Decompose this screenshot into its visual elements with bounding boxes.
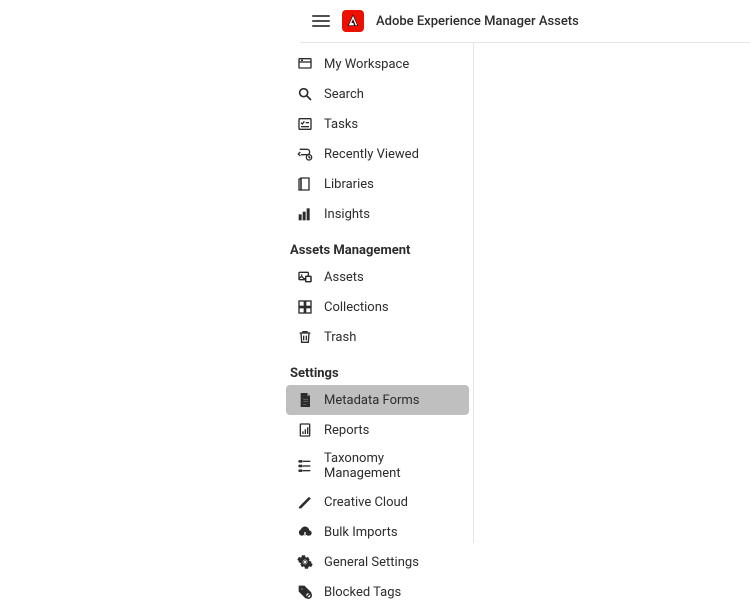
- general-settings-icon: [296, 553, 314, 571]
- assets-icon: [296, 268, 314, 286]
- sidebar-item-label: Search: [324, 87, 461, 102]
- metadata-icon: [296, 391, 314, 409]
- sidebar-item-libraries[interactable]: Libraries: [286, 169, 469, 199]
- sidebar-item-bulk-imports[interactable]: Bulk Imports: [286, 517, 469, 547]
- bulk-imports-icon: [296, 523, 314, 541]
- sidebar-item-trash[interactable]: Trash: [286, 322, 469, 352]
- header: Adobe Experience Manager Assets: [300, 0, 750, 42]
- sidebar-item-reports[interactable]: Reports: [286, 415, 469, 445]
- sidebar-item-tasks[interactable]: Tasks: [286, 109, 469, 139]
- sidebar-item-label: Insights: [324, 207, 461, 222]
- collections-icon: [296, 298, 314, 316]
- sidebar-item-label: Libraries: [324, 177, 461, 192]
- sidebar-item-taxonomy-management[interactable]: Taxonomy Management: [286, 445, 469, 487]
- sidebar-item-label: Reports: [324, 423, 461, 438]
- sidebar-item-label: Tasks: [324, 117, 461, 132]
- trash-icon: [296, 328, 314, 346]
- sidebar-item-label: Recently Viewed: [324, 147, 461, 162]
- libraries-icon: [296, 175, 314, 193]
- hamburger-menu-button[interactable]: [312, 12, 330, 30]
- reports-icon: [296, 421, 314, 439]
- sidebar-item-label: Creative Cloud: [324, 495, 461, 510]
- sidebar-item-search[interactable]: Search: [286, 79, 469, 109]
- recent-icon: [296, 145, 314, 163]
- sidebar-item-my-workspace[interactable]: My Workspace: [286, 49, 469, 79]
- sidebar-item-label: Trash: [324, 330, 461, 345]
- sidebar-item-label: Blocked Tags: [324, 585, 461, 600]
- sidebar-item-label: My Workspace: [324, 57, 461, 72]
- sidebar-item-creative-cloud[interactable]: Creative Cloud: [286, 487, 469, 517]
- taxonomy-icon: [296, 457, 314, 475]
- sidebar-item-label: General Settings: [324, 555, 461, 570]
- sidebar-item-recently-viewed[interactable]: Recently Viewed: [286, 139, 469, 169]
- adobe-logo: [342, 10, 364, 32]
- insights-icon: [296, 205, 314, 223]
- blocked-tags-icon: [296, 583, 314, 601]
- creative-cloud-icon: [296, 493, 314, 511]
- workspace-icon: [296, 55, 314, 73]
- sidebar-item-general-settings[interactable]: General Settings: [286, 547, 469, 577]
- sidebar-item-label: Collections: [324, 300, 461, 315]
- sidebar-section-settings: Settings: [282, 358, 473, 385]
- sidebar-item-assets[interactable]: Assets: [286, 262, 469, 292]
- sidebar-item-label: Taxonomy Management: [324, 451, 461, 481]
- app-title: Adobe Experience Manager Assets: [376, 14, 579, 29]
- sidebar: My Workspace Search Tasks: [282, 43, 474, 543]
- sidebar-item-label: Metadata Forms: [324, 393, 461, 408]
- sidebar-item-label: Bulk Imports: [324, 525, 461, 540]
- sidebar-item-label: Assets: [324, 270, 461, 285]
- sidebar-item-blocked-tags[interactable]: Blocked Tags: [286, 577, 469, 607]
- tasks-icon: [296, 115, 314, 133]
- sidebar-item-collections[interactable]: Collections: [286, 292, 469, 322]
- sidebar-item-metadata-forms[interactable]: Metadata Forms: [286, 385, 469, 415]
- search-icon: [296, 85, 314, 103]
- sidebar-section-assets-management: Assets Management: [282, 235, 473, 262]
- sidebar-item-insights[interactable]: Insights: [286, 199, 469, 229]
